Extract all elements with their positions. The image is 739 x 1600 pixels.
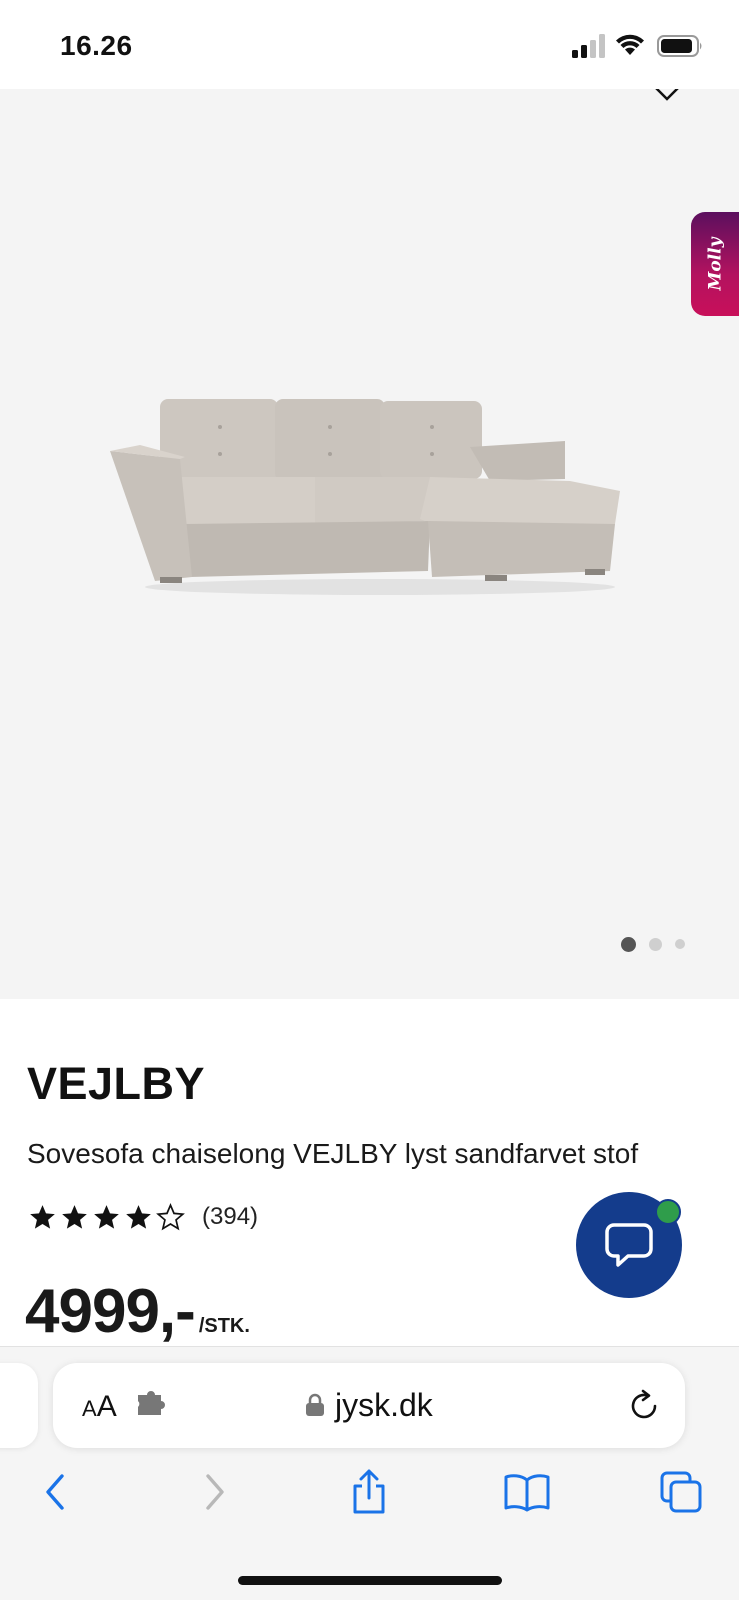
pagination-dot[interactable] [675,939,685,949]
product-brand: VEJLBY [27,1058,206,1109]
url-display[interactable]: jysk.dk [305,1385,433,1425]
star-rating [28,1202,185,1232]
star-filled-icon [126,1204,151,1229]
product-image[interactable] [110,399,630,599]
product-rating[interactable]: (394) [28,1202,258,1232]
share-icon [353,1469,385,1514]
previous-tab-preview[interactable] [0,1363,38,1448]
gallery-pagination[interactable] [621,936,685,952]
molly-label: Molly [705,237,726,291]
star-filled-icon [94,1204,119,1229]
home-indicator[interactable] [238,1576,502,1585]
battery-icon [657,35,702,57]
product-name: Sovesofa chaiselong VEJLBY lyst sandfarv… [27,1138,639,1169]
product-price: 4999,- /STK. [25,1276,250,1347]
review-count[interactable]: (394) [202,1203,258,1231]
tabs-button[interactable] [659,1468,703,1516]
forward-button[interactable] [193,1468,237,1516]
share-button[interactable] [347,1468,391,1516]
reader-settings-button[interactable]: AA [82,1390,117,1424]
cellular-signal-icon [572,34,605,58]
chevron-left-icon [46,1474,64,1510]
puzzle-piece-icon[interactable] [135,1389,169,1419]
star-filled-icon [30,1204,55,1229]
address-bar[interactable]: AA jysk.dk [53,1363,685,1448]
wifi-icon [616,34,644,55]
back-button[interactable] [33,1468,77,1516]
chevron-right-icon [206,1474,224,1510]
chat-bubble-icon [605,1223,653,1267]
status-time: 16.26 [60,30,133,61]
star-filled-icon [62,1204,87,1229]
price-unit: /STK. [198,1315,250,1337]
book-icon [504,1474,550,1512]
chevron-down-icon[interactable] [652,89,682,105]
reload-icon[interactable] [627,1389,661,1423]
molly-assistant-tab[interactable]: Molly [691,212,739,316]
lock-icon [306,1393,324,1416]
online-status-dot [655,1199,681,1225]
star-empty-icon [156,1202,185,1230]
status-bar: 16.26 [0,0,739,89]
product-image-gallery[interactable]: Molly [0,89,739,999]
tabs-icon [660,1471,702,1513]
price-value: 4999,- [25,1277,196,1346]
pagination-dot[interactable] [649,937,662,951]
bookmarks-button[interactable] [503,1468,551,1516]
pagination-dot-active[interactable] [621,936,636,952]
url-text[interactable]: jysk.dk [335,1387,433,1424]
